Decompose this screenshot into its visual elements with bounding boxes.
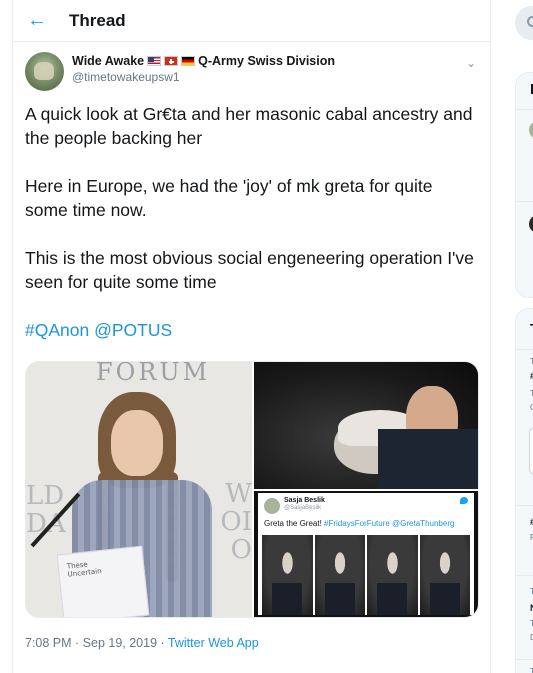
embed-photo: [262, 535, 313, 615]
photo-paper-text: These Uncertain: [66, 560, 102, 579]
tweet-paragraph: A quick look at Gr€ta and her masonic ca…: [25, 104, 473, 148]
tweet-paragraph: This is the most obvious social engeneer…: [25, 248, 474, 292]
embed-handle: @SasjaBeslik: [284, 505, 322, 511]
twitter-bird-icon: [460, 497, 468, 504]
media-photo-3[interactable]: Sasja Beslik @SasjaBeslik Greta the Grea…: [254, 491, 478, 617]
search-icon: [527, 16, 533, 27]
embed-name: Sasja Beslik: [284, 497, 325, 504]
embed-text-tags: #FridaysForFuture @GretaThunberg: [324, 519, 455, 528]
sidebar-box-trends: T T # T C # F T N T D T: [515, 308, 533, 673]
embed-photo: [419, 535, 470, 615]
timestamp-text[interactable]: 7:08 PM · Sep 19, 2019 ·: [25, 636, 168, 650]
swiss-flag-icon: [164, 56, 179, 66]
tweet-timestamp: 7:08 PM · Sep 19, 2019 · Twitter Web App: [25, 636, 478, 650]
right-sidebar: F T T # T C # F T N T D T: [512, 0, 533, 673]
search-input[interactable]: [515, 6, 533, 40]
avatar[interactable]: [529, 215, 533, 233]
us-flag-icon: [147, 56, 162, 66]
author-row: Wide Awake Q-Army Swiss Division @timeto…: [25, 50, 478, 96]
embed-photo: [314, 535, 365, 615]
main-column: ← Thread Wide Awake Q-Army Swiss Divisio…: [12, 0, 491, 673]
trend-card[interactable]: [529, 427, 533, 475]
embed-photo-strip: [262, 535, 470, 615]
divider: [516, 201, 533, 202]
sidebar-box-follow: F: [515, 72, 533, 298]
embed-text-plain: Greta the Great!: [264, 519, 325, 528]
avatar[interactable]: [529, 121, 533, 139]
photo-paper: These Uncertain: [56, 545, 150, 617]
media-photo-1[interactable]: FORUM LD DA W OI O These Uncertain: [26, 362, 252, 617]
display-name-text: Wide Awake: [72, 54, 145, 68]
author-names: Wide Awake Q-Army Swiss Division @timeto…: [72, 54, 335, 84]
tweet: Wide Awake Q-Army Swiss Division @timeto…: [13, 42, 490, 650]
photo-figure-suit: [378, 429, 478, 489]
divider: [516, 659, 533, 660]
embedded-tweet-card: Sasja Beslik @SasjaBeslik Greta the Grea…: [258, 493, 474, 615]
divider: [516, 505, 533, 506]
divider: [516, 575, 533, 576]
photo-forum-text: FORUM: [96, 362, 211, 386]
header: ← Thread: [13, 0, 490, 42]
photo-figure-face: [111, 410, 163, 476]
mention-link[interactable]: @POTUS: [94, 320, 172, 340]
media-photo-2[interactable]: [254, 362, 478, 489]
embed-avatar: [264, 498, 280, 514]
avatar[interactable]: [25, 52, 64, 91]
divider: [516, 349, 533, 350]
photo-side-text-right: W OI O: [220, 479, 252, 565]
back-arrow-icon[interactable]: ←: [25, 9, 49, 33]
source-app-link[interactable]: Twitter Web App: [168, 636, 259, 650]
user-handle[interactable]: @timetowakeupsw1: [72, 70, 335, 84]
tweet-tags: #QAnon @POTUS: [25, 318, 478, 342]
tweet-paragraph: Here in Europe, we had the 'joy' of mk g…: [25, 176, 433, 220]
page-title: Thread: [69, 10, 126, 30]
embed-text: Greta the Great! #FridaysForFuture @Gret…: [264, 519, 454, 528]
display-name-suffix: Q-Army Swiss Division: [198, 54, 335, 68]
tweet-text: A quick look at Gr€ta and her masonic ca…: [25, 102, 478, 342]
german-flag-icon: [181, 56, 196, 66]
embed-photo: [367, 535, 418, 615]
hashtag-link[interactable]: #QAnon: [25, 320, 89, 340]
divider: [516, 109, 533, 110]
display-name[interactable]: Wide Awake Q-Army Swiss Division: [72, 54, 335, 68]
media-right-column: Sasja Beslik @SasjaBeslik Greta the Grea…: [254, 362, 478, 617]
chevron-down-icon[interactable]: ⌄: [466, 56, 476, 70]
media-grid: FORUM LD DA W OI O These Uncertain Sasja…: [25, 361, 479, 618]
